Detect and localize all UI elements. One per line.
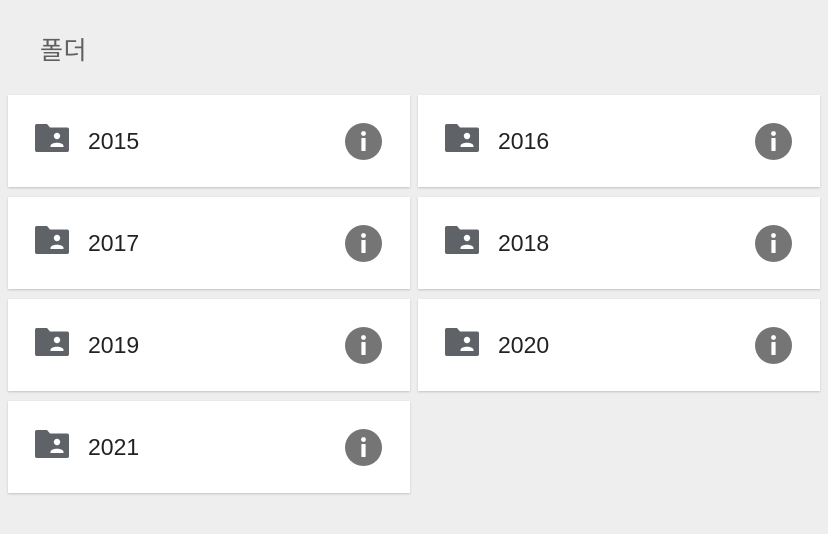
shared-folder-icon [35, 124, 69, 152]
folder-card[interactable]: 2016 [418, 95, 820, 187]
folder-name: 2018 [498, 230, 550, 256]
folder-name: 2016 [498, 128, 550, 154]
folder-grid: 2015 2016 2017 2018 2019 2020 2021 [8, 95, 820, 493]
folder-card[interactable]: 2017 [8, 197, 410, 289]
info-icon[interactable] [755, 225, 792, 262]
folder-name: 2015 [88, 128, 140, 154]
info-icon[interactable] [755, 327, 792, 364]
folder-card[interactable]: 2019 [8, 299, 410, 391]
folder-card[interactable]: 2020 [418, 299, 820, 391]
info-icon[interactable] [345, 327, 382, 364]
shared-folder-icon [35, 226, 69, 254]
folder-card[interactable]: 2015 [8, 95, 410, 187]
shared-folder-icon [445, 226, 479, 254]
shared-folder-icon [445, 124, 479, 152]
folders-section-title: 폴더 [40, 36, 88, 65]
info-icon[interactable] [345, 225, 382, 262]
folder-name: 2020 [498, 332, 550, 358]
folder-card[interactable]: 2021 [8, 401, 410, 493]
folder-name: 2019 [88, 332, 140, 358]
info-icon[interactable] [345, 123, 382, 160]
shared-folder-icon [35, 328, 69, 356]
shared-folder-icon [445, 328, 479, 356]
shared-folder-icon [35, 430, 69, 458]
folder-card[interactable]: 2018 [418, 197, 820, 289]
info-icon[interactable] [755, 123, 792, 160]
info-icon[interactable] [345, 429, 382, 466]
folder-name: 2017 [88, 230, 140, 256]
folder-name: 2021 [88, 434, 140, 460]
